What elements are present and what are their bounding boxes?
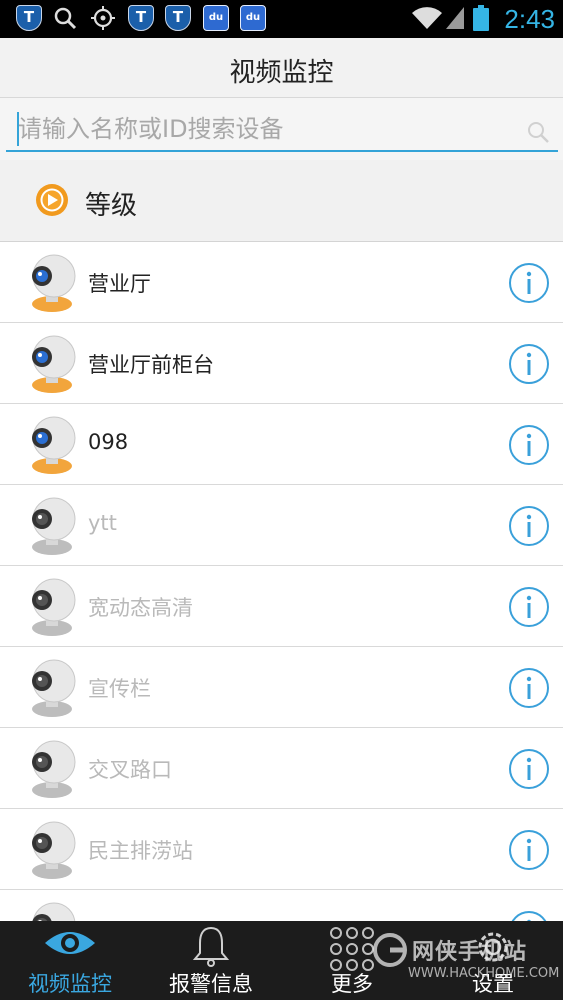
wifi-icon: [412, 7, 442, 29]
device-name: 宣传栏: [88, 677, 151, 701]
search-input[interactable]: [6, 108, 558, 152]
info-icon[interactable]: [508, 586, 550, 628]
shield-t-icon: [16, 5, 42, 31]
device-name: 交叉路口: [88, 758, 172, 782]
text-cursor: [17, 112, 19, 146]
shield-t-icon: [128, 5, 154, 31]
search-bar: [0, 98, 563, 160]
device-name: 营业厅前柜台: [88, 353, 214, 377]
info-icon[interactable]: [508, 829, 550, 871]
device-row[interactable]: 民主排涝站: [0, 809, 563, 890]
title-bar: 视频监控: [0, 38, 563, 98]
signal-icon: [446, 7, 464, 29]
device-row[interactable]: 098: [0, 404, 563, 485]
group-label: 等级: [85, 191, 138, 221]
device-row[interactable]: 宣传栏: [0, 647, 563, 728]
device-name: 营业厅: [88, 272, 151, 296]
play-circle-icon: [36, 184, 68, 216]
camera-icon: [32, 821, 76, 879]
camera-icon: [32, 254, 76, 312]
watermark-logo-icon: [373, 933, 407, 967]
gps-icon: [91, 6, 115, 30]
nav-video-monitor[interactable]: 视频监控: [0, 921, 140, 1000]
info-icon[interactable]: [508, 424, 550, 466]
info-icon[interactable]: [508, 343, 550, 385]
device-row[interactable]: 宽动态高清: [0, 566, 563, 647]
camera-icon: [32, 740, 76, 798]
info-icon[interactable]: [508, 667, 550, 709]
nav-alarm-info[interactable]: 报警信息: [141, 921, 281, 1000]
watermark-text: 网侠手机站: [412, 940, 528, 965]
page-title: 视频监控: [229, 58, 334, 88]
search-icon: [54, 7, 77, 30]
nav-label: 视频监控: [28, 972, 112, 996]
bell-icon: [192, 926, 230, 967]
grid-dots-icon: [330, 927, 374, 971]
device-row[interactable]: 营业厅: [0, 242, 563, 323]
battery-icon: [473, 5, 489, 31]
info-icon[interactable]: [508, 262, 550, 304]
watermark: 网侠手机站 WWW.HACKHOME.COM: [372, 930, 562, 992]
camera-icon: [32, 335, 76, 393]
camera-icon: [32, 416, 76, 474]
camera-icon: [32, 578, 76, 636]
clock: 2:43: [504, 4, 555, 34]
info-icon[interactable]: [508, 748, 550, 790]
camera-icon: [32, 497, 76, 555]
device-name: 民主排涝站: [88, 839, 193, 863]
search-icon[interactable]: [526, 120, 550, 144]
camera-icon: [32, 659, 76, 717]
device-row[interactable]: ytt: [0, 485, 563, 566]
baidu-icon: [203, 5, 229, 31]
status-bar: 2:43: [0, 0, 563, 38]
info-icon[interactable]: [508, 505, 550, 547]
device-row[interactable]: 营业厅前柜台: [0, 323, 563, 404]
watermark-url: WWW.HACKHOME.COM: [408, 966, 560, 981]
device-row[interactable]: 交叉路口: [0, 728, 563, 809]
nav-label: 报警信息: [169, 972, 253, 996]
shield-t-icon: [165, 5, 191, 31]
baidu-icon: [240, 5, 266, 31]
device-name: 098: [88, 430, 129, 454]
device-name: 宽动态高清: [88, 596, 193, 620]
device-name: ytt: [88, 511, 117, 535]
eye-icon: [45, 932, 95, 954]
